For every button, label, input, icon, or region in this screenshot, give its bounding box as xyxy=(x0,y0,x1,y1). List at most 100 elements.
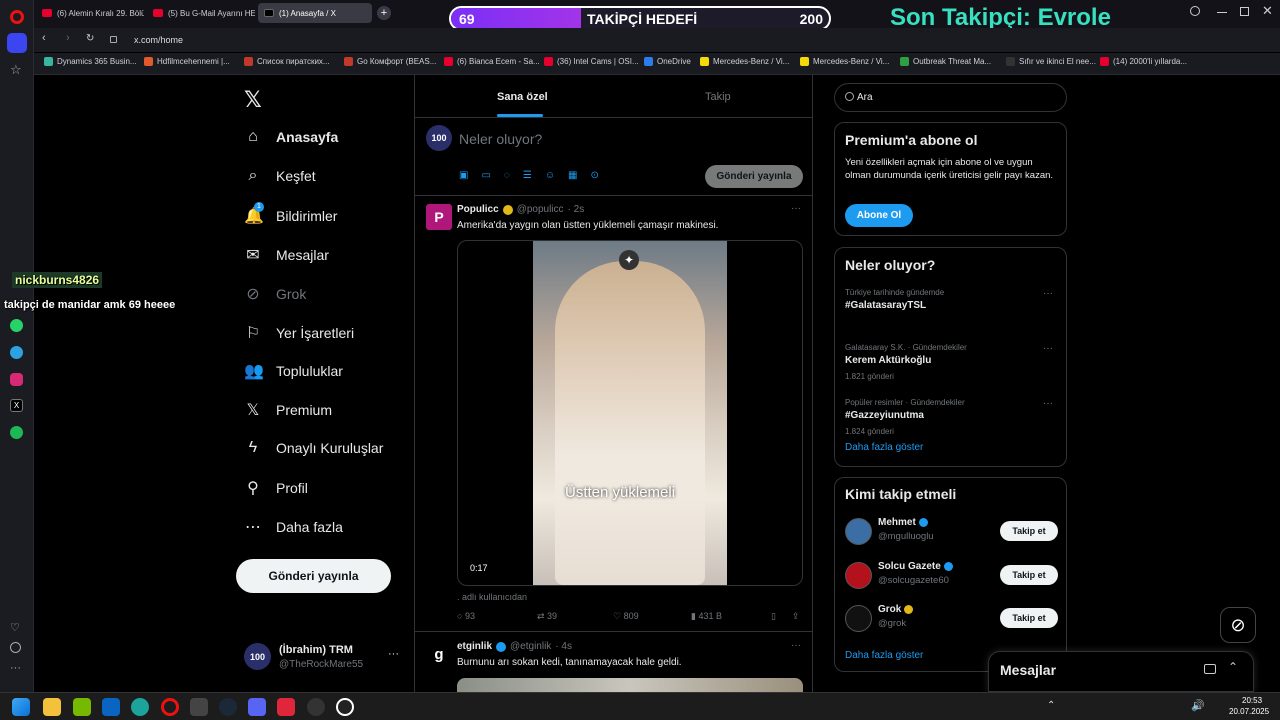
obs-icon[interactable] xyxy=(307,698,325,716)
grok-compose-icon[interactable]: ◌ xyxy=(504,170,510,181)
new-tab-button[interactable]: + xyxy=(377,6,391,20)
emoji-icon[interactable]: ☺ xyxy=(545,170,555,181)
nav-item-lightning[interactable]: ϟ Onaylı Kuruluşlar xyxy=(244,439,384,457)
post[interactable]: P Populicc @populicc · 2s ··· Amerika'da… xyxy=(415,196,812,632)
grok-floating-button[interactable]: ⊘ xyxy=(1220,607,1256,643)
compose-post-button[interactable]: Gönderi yayınla xyxy=(705,165,803,188)
nav-item-person[interactable]: ⚲ Profil xyxy=(244,478,308,498)
opera-icon[interactable] xyxy=(161,698,179,716)
tab-x-home[interactable]: (1) Anasayfa / X xyxy=(258,3,372,23)
file-explorer-icon[interactable] xyxy=(43,698,61,716)
post-more-icon[interactable]: ··· xyxy=(791,640,801,651)
post-time[interactable]: · 2s xyxy=(568,204,585,215)
minimize-button[interactable] xyxy=(1217,12,1227,13)
tab-following[interactable]: Takip xyxy=(613,75,812,118)
telegram-icon[interactable] xyxy=(10,346,23,359)
follow-button[interactable]: Takip et xyxy=(1000,521,1058,541)
trend-more-icon[interactable]: ··· xyxy=(1043,288,1053,299)
follow-suggestion[interactable]: Grok @grok Takip et xyxy=(835,603,1068,641)
app-red-icon[interactable] xyxy=(277,698,295,716)
outlook-icon[interactable] xyxy=(102,698,120,716)
location-icon[interactable]: ⊙ xyxy=(591,170,599,181)
subscribe-button[interactable]: Abone Ol xyxy=(845,204,913,227)
follow-button[interactable]: Takip et xyxy=(1000,608,1058,628)
post-more-icon[interactable]: ··· xyxy=(791,203,801,214)
tab-youtube-2[interactable]: (5) Bu G-Mail Ayarını HEM xyxy=(147,3,255,23)
nav-item-search[interactable]: ⌕ Keşfet xyxy=(244,167,316,185)
image-icon[interactable]: ▣ xyxy=(459,170,468,181)
nav-item-grok[interactable]: ⊘ Grok xyxy=(244,284,306,304)
bookmark-item[interactable]: (14) 2000'li yıllarda... xyxy=(1100,57,1187,66)
trends-show-more[interactable]: Daha fazla göster xyxy=(845,442,923,453)
steam-icon[interactable] xyxy=(219,698,237,716)
nav-item-more[interactable]: ⋯ Daha fazla xyxy=(244,517,343,537)
bookmark-item[interactable]: Sıfır ve ikinci El nee... xyxy=(1006,57,1096,66)
app-circle-icon[interactable] xyxy=(336,698,354,716)
tab-for-you[interactable]: Sana özel xyxy=(415,75,613,118)
opera-logo-icon[interactable] xyxy=(10,10,24,24)
poll-icon[interactable]: ☰ xyxy=(523,170,532,181)
spotify-icon[interactable] xyxy=(10,426,23,439)
nav-item-mail[interactable]: ✉ Mesajlar xyxy=(244,245,329,265)
account-switcher[interactable]: 100 (İbrahim) TRM @TheRockMare55 ··· xyxy=(244,643,409,673)
new-message-icon[interactable] xyxy=(1204,664,1216,674)
bookmark-item[interactable]: Hdfilmcehennemi |... xyxy=(144,57,230,66)
video-player[interactable]: ✦ Üstten yüklemeli 0:17 xyxy=(457,240,803,586)
bookmark-item[interactable]: Dynamics 365 Busin... xyxy=(44,57,137,66)
x-sidebar-icon[interactable]: X xyxy=(10,399,23,412)
trend-more-icon[interactable]: ··· xyxy=(1043,343,1053,354)
repost-button[interactable]: ⇄ 39 xyxy=(537,611,557,622)
bookmark-icon[interactable]: ▯ xyxy=(771,611,776,622)
author-handle[interactable]: @populicc xyxy=(517,204,564,215)
schedule-icon[interactable]: ▦ xyxy=(568,170,577,181)
nvidia-icon[interactable] xyxy=(73,698,91,716)
expand-drawer-icon[interactable]: ⌃ xyxy=(1228,660,1238,674)
reply-button[interactable]: ○ 93 xyxy=(457,611,475,621)
follow-show-more[interactable]: Daha fazla göster xyxy=(845,650,923,661)
trend-item[interactable]: Türkiye tarihinde gündemde #GalatasarayTS… xyxy=(845,288,1057,334)
post-media[interactable] xyxy=(457,678,803,692)
messages-drawer[interactable]: Mesajlar ⌃ xyxy=(988,651,1254,692)
nav-item-people[interactable]: 👥 Topluluklar xyxy=(244,361,343,381)
author-name[interactable]: Populicc xyxy=(457,204,499,215)
bookmark-item[interactable]: (36) Intel Cams | OSI... xyxy=(544,57,639,66)
volume-icon[interactable]: 🔊 xyxy=(1191,699,1205,712)
forward-icon[interactable]: › xyxy=(66,32,70,44)
reload-icon[interactable]: ↻ xyxy=(86,33,94,44)
like-button[interactable]: ♡ 809 xyxy=(613,611,639,622)
app-icon[interactable] xyxy=(190,698,208,716)
bookmark-item[interactable]: OneDrive xyxy=(644,57,691,66)
search-tabs-icon[interactable] xyxy=(1190,6,1200,16)
author-handle[interactable]: @etginlik xyxy=(510,641,551,652)
tab-youtube-1[interactable]: (6) Alemin Kıralı 29. Bölüm xyxy=(36,3,144,23)
home-sidebar-icon[interactable] xyxy=(7,33,27,53)
nav-item-bell[interactable]: 🔔 1 Bildirimler xyxy=(244,201,337,226)
close-window-button[interactable]: ✕ xyxy=(1262,3,1273,19)
search-input[interactable]: Ara xyxy=(834,83,1067,112)
bookmark-item[interactable]: Mercedes-Benz / Vi... xyxy=(800,57,889,66)
follow-suggestion[interactable]: Solcu Gazete @solcugazete60 Takip et xyxy=(835,560,1068,598)
nav-item-x[interactable]: 𝕏 Premium xyxy=(244,400,332,420)
follow-button[interactable]: Takip et xyxy=(1000,564,1058,585)
discord-icon[interactable] xyxy=(248,698,266,716)
tray-chevron-icon[interactable]: ⌃ xyxy=(1047,700,1055,711)
share-icon[interactable]: ⇪ xyxy=(792,611,800,622)
maximize-button[interactable] xyxy=(1240,7,1249,16)
compose-input[interactable]: Neler oluyor? xyxy=(459,131,542,147)
trend-item[interactable]: Popüler resimler · Gündemdekiler #Gazzeyi… xyxy=(845,398,1057,444)
heart-icon[interactable]: ♡ xyxy=(10,621,20,634)
bookmark-item[interactable]: (6) Bianca Ecem - Sa... xyxy=(444,57,540,66)
trend-item[interactable]: Galatasaray S.K. · Gündemdekiler Kerem Ak… xyxy=(845,343,1057,389)
follow-suggestion[interactable]: Mehmet @mgulluoglu Takip et xyxy=(835,516,1068,554)
star-icon[interactable]: ☆ xyxy=(10,62,22,78)
post-button[interactable]: Gönderi yayınla xyxy=(236,559,391,593)
bookmark-item[interactable]: Outbreak Threat Ma... xyxy=(900,57,991,66)
x-logo-icon[interactable]: 𝕏 xyxy=(244,87,262,113)
post-time[interactable]: · 4s xyxy=(555,641,572,652)
clock-time[interactable]: 20:53 xyxy=(1242,696,1262,705)
url-field[interactable]: x.com/home xyxy=(126,32,1226,49)
views-button[interactable]: ▮ 431 B xyxy=(691,611,722,622)
expand-icon[interactable]: ✦ xyxy=(619,250,639,270)
edge-icon[interactable] xyxy=(131,698,149,716)
clock-date[interactable]: 20.07.2025 xyxy=(1229,707,1269,716)
